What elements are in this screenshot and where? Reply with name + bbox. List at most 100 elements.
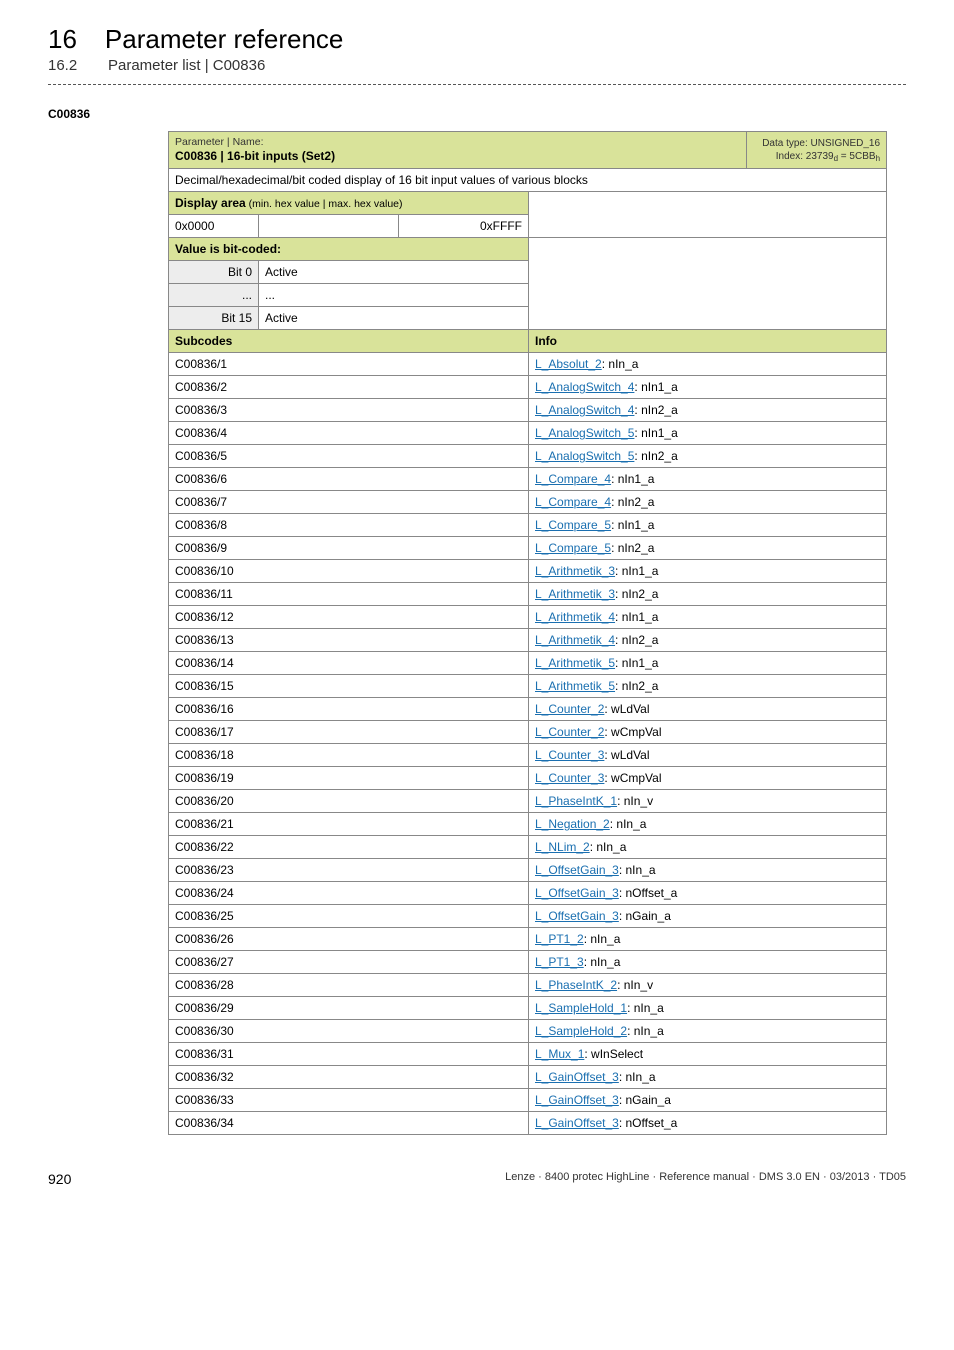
info-rest: : nGain_a: [619, 909, 671, 923]
info-rest: : nIn2_a: [611, 495, 654, 509]
info-rest: : nOffset_a: [619, 1116, 677, 1130]
subcode-cell: C00836/30: [169, 1020, 529, 1043]
subcode-cell: C00836/24: [169, 882, 529, 905]
subcode-cell: C00836/9: [169, 537, 529, 560]
info-link[interactable]: L_Arithmetik_4: [535, 610, 615, 624]
section-title: Parameter list | C00836: [108, 57, 265, 74]
info-cell: L_AnalogSwitch_4: nIn1_a: [529, 376, 887, 399]
info-link[interactable]: L_Counter_2: [535, 702, 604, 716]
info-link[interactable]: L_GainOffset_3: [535, 1093, 619, 1107]
info-link[interactable]: L_AnalogSwitch_5: [535, 426, 634, 440]
info-link[interactable]: L_Arithmetik_5: [535, 656, 615, 670]
info-cell: L_Arithmetik_3: nIn2_a: [529, 583, 887, 606]
info-link[interactable]: L_Counter_2: [535, 725, 604, 739]
info-link[interactable]: L_Arithmetik_3: [535, 564, 615, 578]
info-link[interactable]: L_AnalogSwitch_5: [535, 449, 634, 463]
info-rest: : nIn2_a: [634, 403, 677, 417]
subcode-cell: C00836/17: [169, 721, 529, 744]
info-rest: : nIn_a: [619, 1070, 656, 1084]
display-area-max: 0xFFFF: [399, 215, 529, 238]
info-cell: L_Arithmetik_3: nIn1_a: [529, 560, 887, 583]
info-link[interactable]: L_Arithmetik_5: [535, 679, 615, 693]
page-number: 920: [48, 1171, 71, 1187]
display-area-mid: [259, 215, 399, 238]
index-pre: Index: 23739: [776, 151, 834, 162]
info-cell: L_Arithmetik_5: nIn2_a: [529, 675, 887, 698]
info-link[interactable]: L_GainOffset_3: [535, 1070, 619, 1084]
info-rest: : nIn2_a: [615, 587, 658, 601]
info-link[interactable]: L_NLim_2: [535, 840, 590, 854]
info-link[interactable]: L_AnalogSwitch_4: [535, 403, 634, 417]
info-rest: : nIn1_a: [611, 472, 654, 486]
info-rest: : nIn1_a: [615, 656, 658, 670]
info-rest: : nIn2_a: [611, 541, 654, 555]
divider: [48, 84, 906, 85]
info-link[interactable]: L_PT1_3: [535, 955, 584, 969]
info-link[interactable]: L_Arithmetik_4: [535, 633, 615, 647]
info-cell: L_Absolut_2: nIn_a: [529, 353, 887, 376]
info-rest: : nIn_a: [619, 863, 656, 877]
info-link[interactable]: L_Absolut_2: [535, 357, 602, 371]
info-cell: L_Negation_2: nIn_a: [529, 813, 887, 836]
info-link[interactable]: L_AnalogSwitch_4: [535, 380, 634, 394]
info-cell: L_NLim_2: nIn_a: [529, 836, 887, 859]
info-link[interactable]: L_Counter_3: [535, 748, 604, 762]
subcode-cell: C00836/29: [169, 997, 529, 1020]
info-link[interactable]: L_Compare_4: [535, 495, 611, 509]
index-sub2: h: [876, 154, 880, 163]
datatype-line1: Data type: UNSIGNED_16: [762, 138, 880, 149]
info-link[interactable]: L_Arithmetik_3: [535, 587, 615, 601]
info-cell: L_PhaseIntK_1: nIn_v: [529, 790, 887, 813]
info-rest: : nIn1_a: [615, 610, 658, 624]
display-area-blank: [529, 192, 887, 238]
index-mid: = 5CBB: [838, 151, 876, 162]
info-link[interactable]: L_Compare_5: [535, 518, 611, 532]
info-cell: L_PT1_2: nIn_a: [529, 928, 887, 951]
info-rest: : nIn1_a: [611, 518, 654, 532]
param-title-small: Parameter | Name:: [175, 136, 740, 149]
info-link[interactable]: L_Mux_1: [535, 1047, 584, 1061]
subcodes-header-left: Subcodes: [169, 330, 529, 353]
info-cell: L_OffsetGain_3: nIn_a: [529, 859, 887, 882]
subcode-cell: C00836/26: [169, 928, 529, 951]
subcode-cell: C00836/3: [169, 399, 529, 422]
info-link[interactable]: L_OffsetGain_3: [535, 909, 619, 923]
info-cell: L_Compare_5: nIn1_a: [529, 514, 887, 537]
display-area-min: 0x0000: [169, 215, 259, 238]
parameter-table: Parameter | Name: C00836 | 16-bit inputs…: [168, 131, 887, 1135]
subcode-cell: C00836/21: [169, 813, 529, 836]
info-link[interactable]: L_PhaseIntK_2: [535, 978, 617, 992]
display-area-label: Display area: [175, 196, 246, 210]
bit-label: Bit 15: [169, 307, 259, 330]
param-datatype-cell: Data type: UNSIGNED_16 Index: 23739d = 5…: [747, 132, 887, 169]
info-cell: L_Arithmetik_5: nIn1_a: [529, 652, 887, 675]
info-link[interactable]: L_Compare_5: [535, 541, 611, 555]
info-cell: L_Compare_4: nIn1_a: [529, 468, 887, 491]
info-rest: : nIn_a: [627, 1024, 664, 1038]
chapter-number: 16: [48, 24, 77, 55]
info-cell: L_PT1_3: nIn_a: [529, 951, 887, 974]
subcode-cell: C00836/16: [169, 698, 529, 721]
info-cell: L_Counter_2: wLdVal: [529, 698, 887, 721]
subcode-cell: C00836/10: [169, 560, 529, 583]
info-link[interactable]: L_Counter_3: [535, 771, 604, 785]
info-link[interactable]: L_Compare_4: [535, 472, 611, 486]
subcode-cell: C00836/31: [169, 1043, 529, 1066]
section-number: 16.2: [48, 57, 80, 74]
info-cell: L_Counter_3: wCmpVal: [529, 767, 887, 790]
param-title-main: C00836 | 16-bit inputs (Set2): [175, 149, 740, 165]
info-link[interactable]: L_SampleHold_1: [535, 1001, 627, 1015]
info-link[interactable]: L_PhaseIntK_1: [535, 794, 617, 808]
info-rest: : nIn1_a: [634, 426, 677, 440]
info-link[interactable]: L_SampleHold_2: [535, 1024, 627, 1038]
info-link[interactable]: L_Negation_2: [535, 817, 610, 831]
subcode-cell: C00836/28: [169, 974, 529, 997]
info-cell: L_SampleHold_2: nIn_a: [529, 1020, 887, 1043]
info-link[interactable]: L_PT1_2: [535, 932, 584, 946]
info-link[interactable]: L_GainOffset_3: [535, 1116, 619, 1130]
info-link[interactable]: L_OffsetGain_3: [535, 886, 619, 900]
info-rest: : nIn2_a: [615, 633, 658, 647]
display-area-suffix: (min. hex value | max. hex value): [246, 198, 403, 210]
info-rest: : nIn_a: [584, 932, 621, 946]
info-link[interactable]: L_OffsetGain_3: [535, 863, 619, 877]
